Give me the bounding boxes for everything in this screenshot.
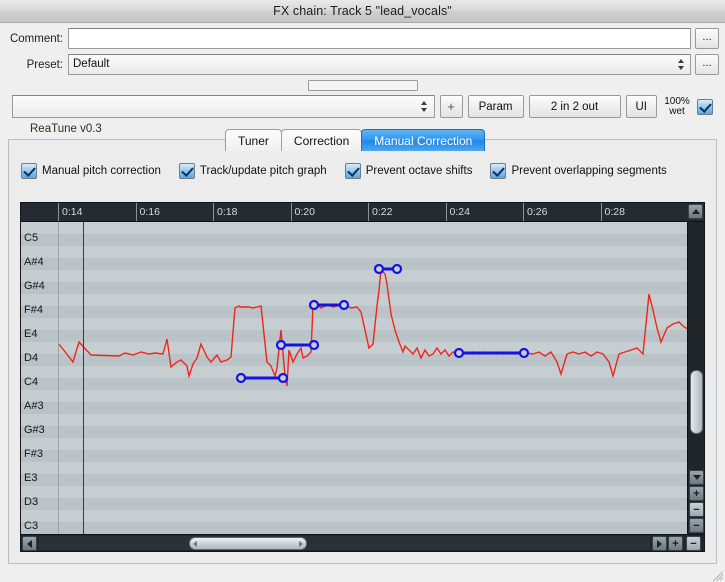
note-label: E4 — [24, 328, 38, 340]
note-label: G#3 — [24, 424, 45, 436]
note-label: G#4 — [24, 280, 45, 292]
preset-browse-button[interactable]: ... — [695, 54, 719, 75]
segment-handle[interactable] — [518, 347, 530, 359]
zoom-out-vertical-button[interactable]: − — [689, 518, 704, 533]
segment-handle[interactable] — [275, 339, 287, 351]
playhead-cursor[interactable] — [83, 222, 84, 534]
resize-grip-icon[interactable] — [709, 565, 724, 582]
ruler-tick: 0:14 — [58, 203, 82, 221]
scroll-down-button[interactable] — [689, 470, 704, 485]
option-prevent-overlapping-segments[interactable]: Prevent overlapping segments — [490, 163, 667, 179]
note-key-column: C5 A#4 G#4 F#4 E4 D4 C4 A#3 G#3 F#3 E3 D3 C3 — [21, 222, 59, 534]
tab-bar: Tuner Correction Manual Correction — [225, 129, 486, 151]
checkbox-icon[interactable] — [178, 163, 195, 179]
zoom-out-horizontal-button[interactable]: − — [686, 536, 701, 551]
preset-value: Default — [73, 58, 110, 70]
segment-handle[interactable] — [391, 263, 403, 275]
note-label: C4 — [24, 376, 39, 388]
scroll-left-button[interactable] — [22, 536, 37, 551]
plugin-enable-checkbox[interactable] — [697, 98, 713, 115]
wet-dry-minibar[interactable] — [307, 80, 418, 91]
segment-handle[interactable] — [277, 372, 289, 384]
io-config-button[interactable]: 2 in 2 out — [528, 95, 621, 118]
horizontal-scrollbar[interactable]: + − — [21, 534, 704, 551]
comment-browse-button[interactable]: ... — [695, 28, 719, 49]
param-button[interactable]: Param — [467, 95, 524, 118]
checkbox-icon[interactable] — [21, 163, 37, 179]
segment-handle[interactable] — [235, 372, 247, 384]
option-manual-pitch-correction[interactable]: Manual pitch correction — [21, 163, 161, 179]
ruler-tick: 0:24 — [445, 203, 470, 221]
preset-spinner-icon[interactable] — [675, 55, 686, 74]
segment-handle[interactable] — [308, 339, 320, 351]
vertical-scrollbar[interactable]: + − − — [687, 222, 704, 534]
option-label: Prevent overlapping segments — [511, 165, 667, 177]
checkbox-icon[interactable] — [344, 163, 361, 179]
note-label: F#4 — [24, 304, 43, 316]
tab-correction[interactable]: Correction — [280, 129, 363, 151]
comment-row: Comment: ... — [6, 28, 719, 49]
preset-label: Preset: — [26, 58, 63, 71]
zoom-in-horizontal-button[interactable]: + — [668, 536, 683, 551]
scroll-right-button[interactable] — [652, 536, 667, 551]
tab-manual-correction[interactable]: Manual Correction — [361, 129, 486, 151]
plugin-list-combo[interactable] — [12, 95, 435, 118]
segment-handle[interactable] — [338, 299, 350, 311]
plugin-toolbar: + Param 2 in 2 out UI 100% wet — [6, 95, 719, 118]
fx-header-form: Comment: ... Preset: Default ... + Param… — [0, 23, 725, 139]
pitch-plot[interactable] — [59, 222, 687, 534]
detected-pitch-line — [59, 268, 687, 387]
window-titlebar: FX chain: Track 5 "lead_vocals" — [0, 0, 725, 23]
segment-handle[interactable] — [373, 263, 385, 275]
option-label: Manual pitch correction — [42, 165, 161, 177]
plugin-spinner-icon[interactable] — [419, 97, 430, 116]
option-label: Track/update pitch graph — [199, 165, 327, 177]
segment-handle[interactable] — [453, 347, 465, 359]
preset-row: Preset: Default ... — [6, 54, 719, 75]
wet-percent: 100% — [664, 95, 690, 107]
timeline-ruler[interactable]: 0:14 0:16 0:18 0:20 0:22 0:24 0:26 0:28 — [21, 203, 704, 222]
note-label: A#4 — [24, 256, 44, 268]
preset-minibar-row — [6, 80, 719, 91]
wet-word: wet — [669, 105, 685, 117]
comment-label: Comment: — [9, 32, 63, 45]
note-label: D4 — [24, 352, 39, 364]
tab-tuner[interactable]: Tuner — [225, 129, 282, 151]
zoom-reset-vertical-button[interactable]: − — [689, 502, 704, 517]
window-title: FX chain: Track 5 "lead_vocals" — [273, 4, 452, 18]
option-track-update-pitch-graph[interactable]: Track/update pitch graph — [178, 163, 327, 179]
fx-chain-window: FX chain: Track 5 "lead_vocals" Comment:… — [0, 0, 725, 582]
horizontal-scrollbar-track[interactable] — [39, 536, 650, 550]
segment-handle[interactable] — [308, 299, 320, 311]
note-label: E3 — [24, 472, 38, 484]
option-label: Prevent octave shifts — [365, 165, 473, 177]
wet-label: 100% wet — [662, 95, 692, 117]
zoom-in-vertical-button[interactable]: + — [689, 486, 704, 501]
plot-area-wrapper: C5 A#4 G#4 F#4 E4 D4 C4 A#3 G#3 F#3 E3 D3 C3 + − − — [21, 222, 704, 534]
option-prevent-octave-shifts[interactable]: Prevent octave shifts — [344, 163, 473, 179]
checkbox-icon[interactable] — [490, 163, 507, 179]
comment-input[interactable] — [68, 28, 691, 49]
note-label: A#3 — [24, 400, 44, 412]
preset-combo[interactable]: Default — [68, 54, 691, 75]
ruler-tick: 0:28 — [600, 203, 625, 221]
vertical-scrollbar-thumb[interactable] — [690, 370, 703, 434]
note-label: C3 — [24, 520, 39, 532]
ruler-tick: 0:22 — [368, 203, 392, 221]
note-label: C5 — [24, 232, 39, 244]
note-label: D3 — [24, 496, 39, 508]
ruler-tick: 0:16 — [135, 203, 160, 221]
ui-toggle-button[interactable]: UI — [625, 95, 657, 118]
pitch-curve-layer — [59, 263, 687, 387]
ruler-tick: 0:20 — [290, 203, 315, 221]
add-plugin-button[interactable]: + — [439, 95, 463, 118]
pitch-graph: 0:14 0:16 0:18 0:20 0:22 0:24 0:26 0:28 C5 A#4 G#… — [20, 202, 705, 552]
ruler-tick: 0:26 — [523, 203, 547, 221]
plugin-panel: Tuner Correction Manual Correction Manua… — [8, 129, 717, 564]
horizontal-scrollbar-thumb[interactable] — [189, 537, 307, 550]
ruler-tick: 0:18 — [213, 203, 237, 221]
ruler-scroll-up-button[interactable] — [688, 204, 703, 219]
note-label: F#3 — [24, 448, 43, 460]
